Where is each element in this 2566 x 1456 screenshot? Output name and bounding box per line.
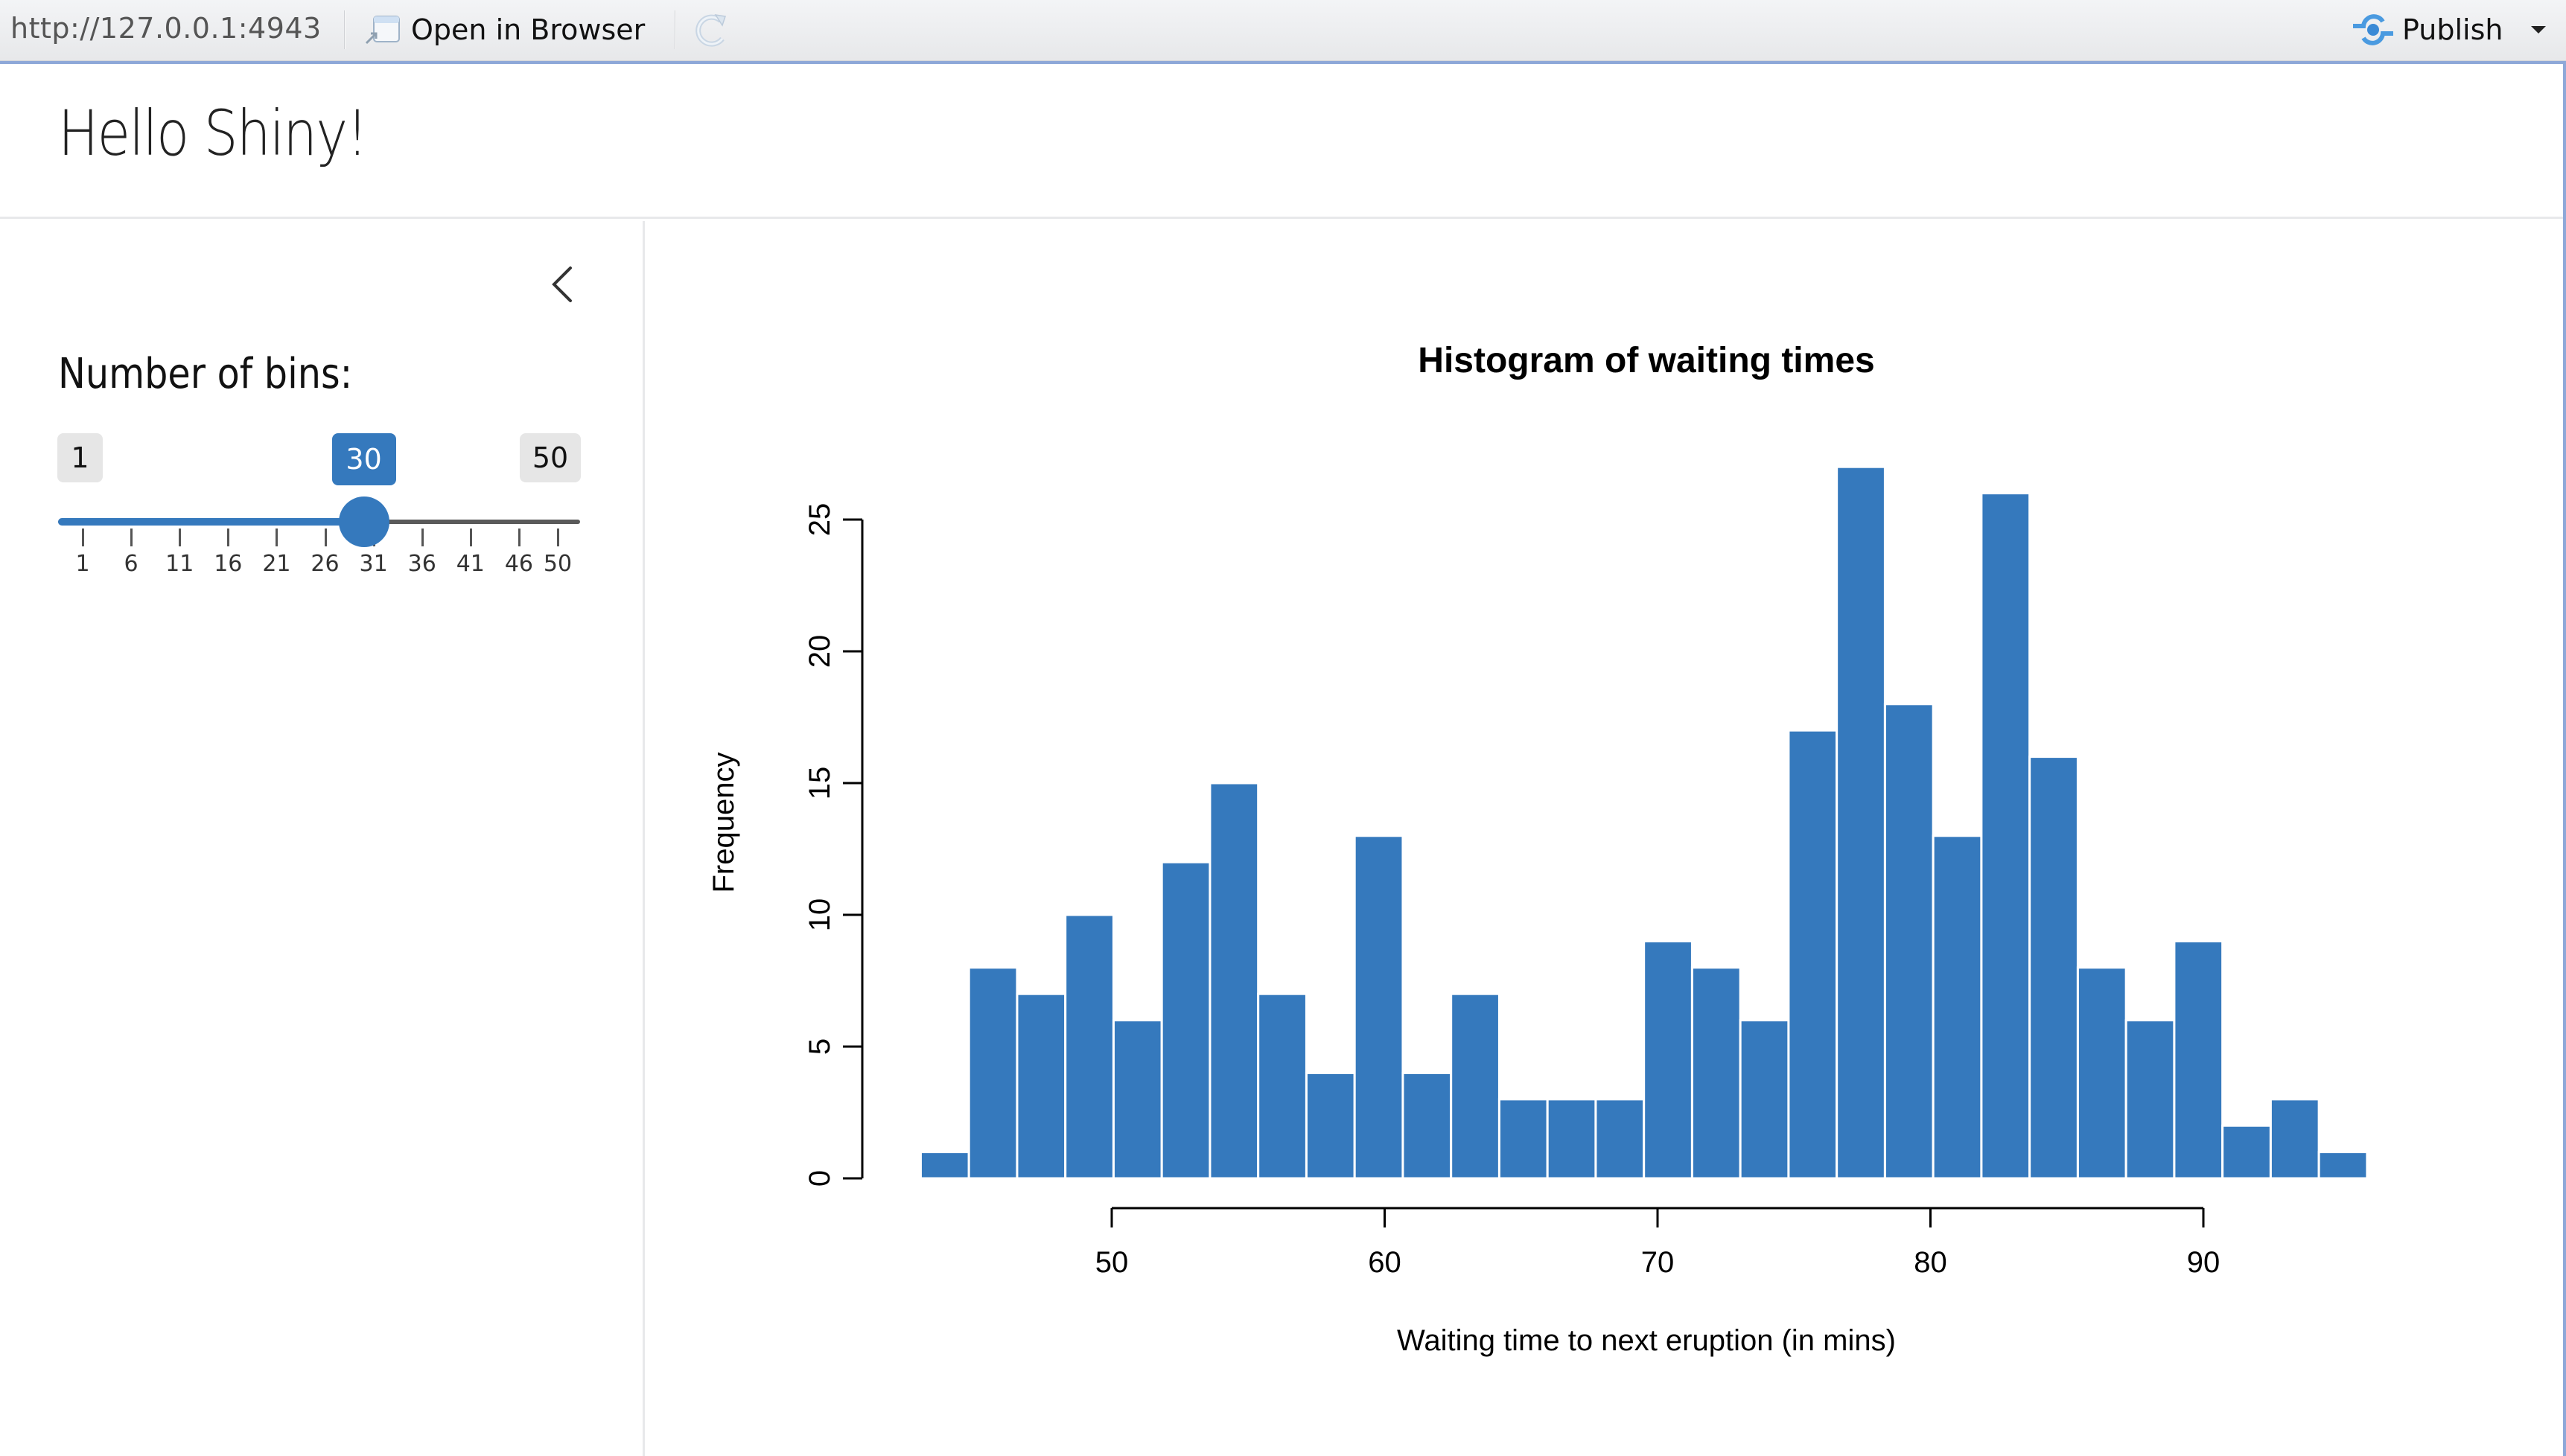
histogram-bar xyxy=(1739,1019,1790,1180)
histogram-bar xyxy=(1064,913,1115,1180)
slider-tick xyxy=(227,529,230,546)
publish-icon xyxy=(2353,14,2393,45)
sidebar: Number of bins: 1 50 30 1 6 11 16 21 26 31 36 41… xyxy=(0,221,645,1456)
histogram-bar xyxy=(2028,756,2079,1180)
slider-tick-label: 21 xyxy=(262,551,291,577)
y-tick-label: 20 xyxy=(803,635,836,668)
slider-tick-label: 50 xyxy=(543,551,573,577)
y-tick-label: 5 xyxy=(803,1038,836,1055)
publish-label: Publish xyxy=(2402,13,2503,46)
slider-track-fill xyxy=(58,518,364,526)
main-panel: Histogram of waiting times Frequency Wai… xyxy=(647,221,2563,1456)
y-axis: 0 5 10 15 20 25 xyxy=(803,503,864,1187)
slider-tick xyxy=(82,529,84,546)
x-axis-label: Waiting time to next eruption (in mins) xyxy=(1397,1324,1896,1357)
refresh-icon[interactable] xyxy=(691,10,731,51)
publish-button[interactable]: Publish xyxy=(2350,7,2547,52)
viewer-toolbar: http://127.0.0.1:4943 Open in Browser Pu… xyxy=(0,0,2566,61)
slider-tick-label: 6 xyxy=(124,551,139,577)
x-tick-label: 90 xyxy=(2187,1246,2220,1279)
url-text: http://127.0.0.1:4943 xyxy=(10,12,322,45)
histogram-bar xyxy=(1787,729,1838,1180)
publish-dropdown-caret-icon[interactable] xyxy=(2531,26,2547,33)
histogram-bar xyxy=(2173,939,2224,1180)
bins-input-label: Number of bins: xyxy=(58,350,353,398)
slider-tick xyxy=(179,529,182,546)
histogram-bars xyxy=(919,465,2369,1180)
histogram-bar xyxy=(1209,782,1260,1180)
bins-slider[interactable]: 1 50 30 1 6 11 16 21 26 31 36 41 46 50 xyxy=(0,424,645,588)
histogram-bar xyxy=(1160,860,1212,1180)
slider-tick-label: 31 xyxy=(359,551,388,577)
histogram-bar xyxy=(2221,1124,2272,1180)
slider-tick xyxy=(557,529,559,546)
y-tick-label: 0 xyxy=(803,1170,836,1187)
slider-tick xyxy=(518,529,520,546)
histogram-bar xyxy=(1112,1019,1163,1180)
y-tick-label: 10 xyxy=(803,898,836,932)
y-tick-label: 25 xyxy=(803,503,836,537)
open-in-browser-label: Open in Browser xyxy=(411,13,646,46)
histogram-bar xyxy=(919,1151,970,1180)
histogram-bar xyxy=(967,966,1019,1180)
x-axis: 50 60 70 80 90 xyxy=(1095,1207,2220,1279)
page-title: Hello Shiny! xyxy=(58,97,368,170)
histogram-bar xyxy=(2317,1151,2369,1180)
histogram-bar xyxy=(1883,703,1935,1180)
x-tick-label: 70 xyxy=(1641,1246,1675,1279)
slider-value-label: 30 xyxy=(331,433,396,485)
histogram-bar xyxy=(1305,1071,1356,1180)
slider-tick xyxy=(421,529,424,546)
histogram-bar xyxy=(2124,1019,2176,1180)
toolbar-separator xyxy=(675,10,676,49)
histogram-bar xyxy=(1546,1098,1597,1180)
histogram-bar xyxy=(1497,1098,1549,1180)
histogram-bar xyxy=(1401,1071,1453,1180)
histogram-bar xyxy=(1450,992,1500,1180)
histogram-bar xyxy=(1353,834,1404,1180)
histogram-bar xyxy=(1980,492,2031,1180)
y-axis-label: Frequency xyxy=(707,753,740,893)
histogram-bar xyxy=(2076,966,2127,1180)
x-tick-label: 60 xyxy=(1368,1246,1401,1279)
histogram-chart: Histogram of waiting times Frequency Wai… xyxy=(707,341,2369,1357)
slider-tick-label: 46 xyxy=(504,551,533,577)
histogram-bar xyxy=(1016,992,1067,1180)
histogram-bar xyxy=(1932,834,1983,1180)
histogram-bar xyxy=(1643,939,1693,1180)
slider-min-label: 1 xyxy=(57,433,103,482)
histogram-bar xyxy=(2269,1098,2320,1180)
slider-tick-label: 11 xyxy=(165,551,194,577)
y-tick-label: 15 xyxy=(803,767,836,800)
slider-tick-label: 26 xyxy=(311,551,340,577)
page-header: Hello Shiny! xyxy=(0,64,2563,219)
slider-tick-label: 41 xyxy=(456,551,485,577)
chart-title: Histogram of waiting times xyxy=(1418,341,1874,380)
slider-tick-label: 16 xyxy=(214,551,243,577)
slider-tick xyxy=(276,529,278,546)
slider-max-label: 50 xyxy=(520,433,581,482)
x-tick-label: 50 xyxy=(1095,1246,1129,1279)
toolbar-separator xyxy=(344,10,346,49)
histogram-bar xyxy=(1594,1098,1646,1180)
slider-tick xyxy=(324,529,327,546)
x-tick-label: 80 xyxy=(1914,1246,1947,1279)
histogram-bar xyxy=(1257,992,1308,1180)
slider-handle[interactable] xyxy=(338,496,389,547)
open-in-browser-icon xyxy=(365,16,400,45)
slider-tick xyxy=(469,529,472,546)
slider-tick-label: 36 xyxy=(407,551,436,577)
slider-tick-label: 1 xyxy=(75,551,90,577)
histogram-bar xyxy=(1690,966,1742,1180)
viewer-border xyxy=(2563,61,2566,1456)
open-in-browser-button[interactable]: Open in Browser xyxy=(363,9,645,51)
chevron-left-icon xyxy=(552,266,572,302)
collapse-sidebar-button[interactable] xyxy=(544,261,582,308)
histogram-bar xyxy=(1836,465,1886,1180)
slider-tick xyxy=(130,529,133,546)
